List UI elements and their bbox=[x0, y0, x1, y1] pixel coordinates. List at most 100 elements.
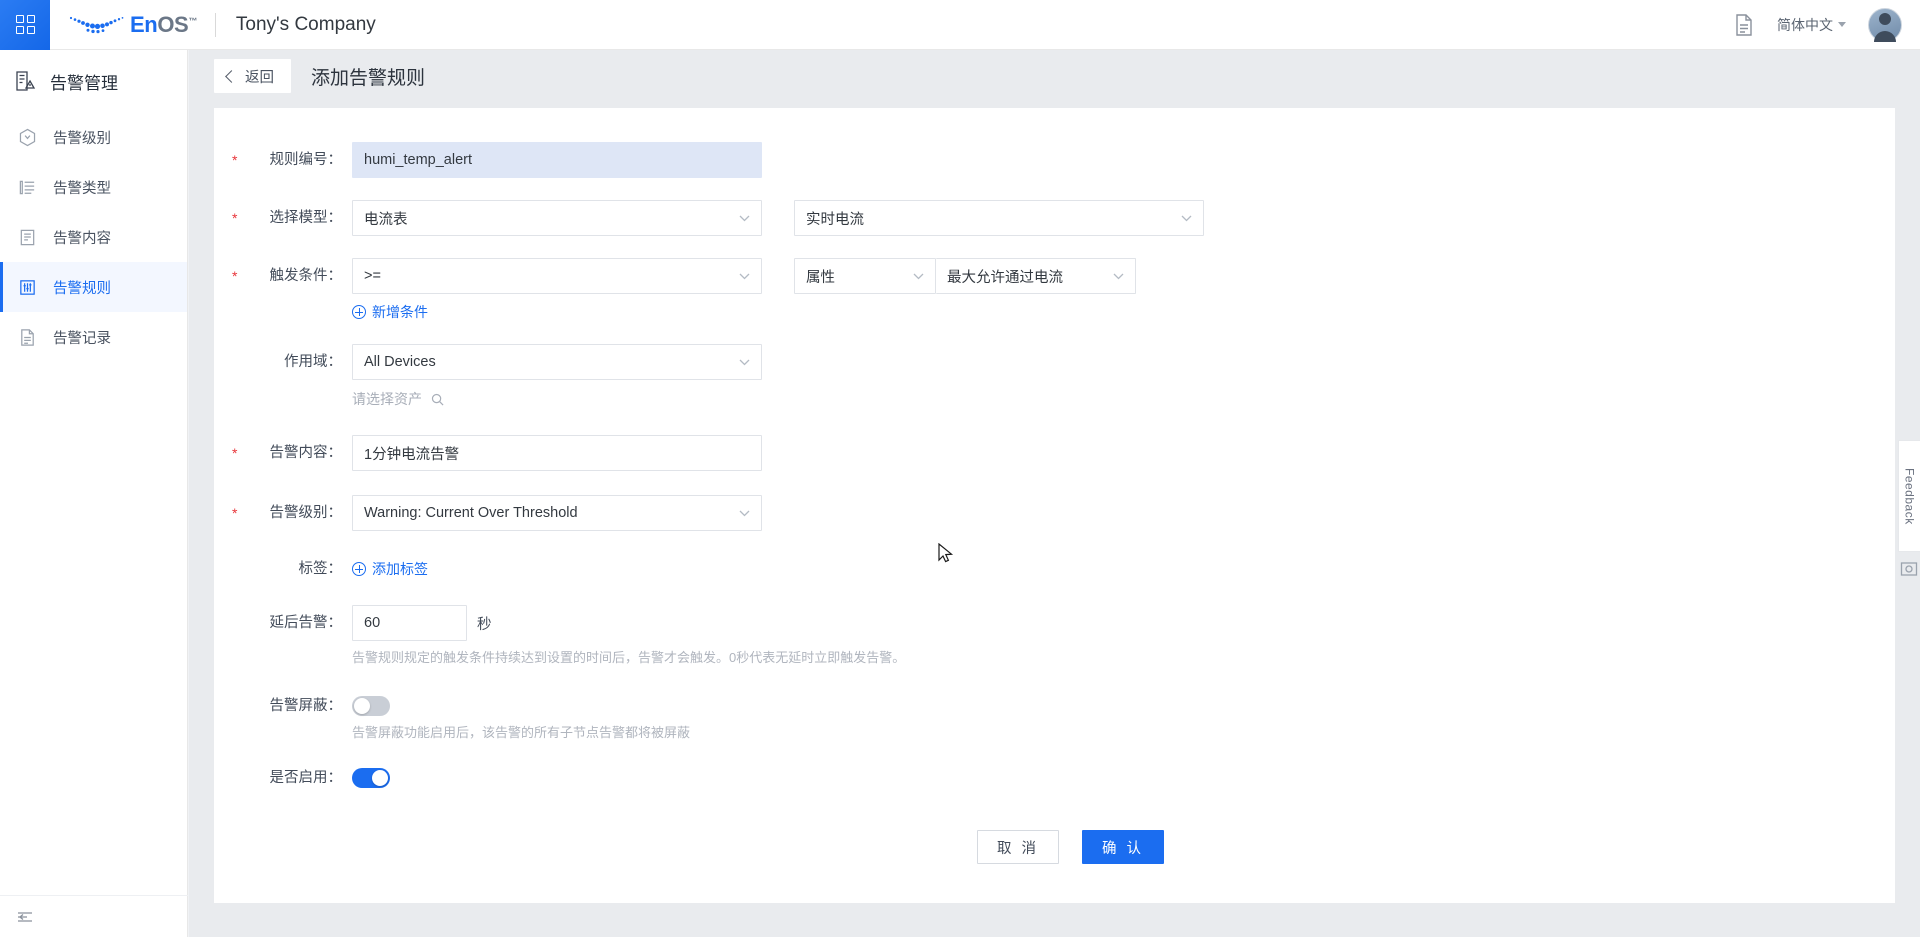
mask-group: 告警屏蔽功能启用后，该告警的所有子节点告警都将被屏蔽 bbox=[352, 688, 690, 743]
required-asterisk: * bbox=[232, 210, 238, 226]
sidebar-collapse-button[interactable] bbox=[0, 895, 188, 937]
sidebar-item-alarm-level[interactable]: 告警级别 bbox=[0, 112, 187, 162]
feedback-tab[interactable]: Feedback bbox=[1898, 440, 1920, 552]
records-file-icon bbox=[21, 328, 34, 346]
confirm-button[interactable]: 确 认 bbox=[1082, 830, 1165, 864]
asset-picker-label: 请选择资产 bbox=[352, 391, 422, 407]
add-condition-label: 新增条件 bbox=[372, 304, 428, 320]
sidebar-item-alarm-record[interactable]: 告警记录 bbox=[0, 312, 187, 362]
trigger-kind-select[interactable]: 属性 bbox=[794, 258, 936, 294]
feedback-label: Feedback bbox=[1902, 467, 1917, 525]
language-selector[interactable]: 简体中文 bbox=[1777, 15, 1846, 35]
label-text: 触发条件： bbox=[269, 268, 343, 284]
rule-id-input[interactable]: humi_temp_alert bbox=[352, 142, 762, 178]
chevron-down-icon bbox=[739, 215, 750, 221]
trigger-measurement-value: 最大允许通过电流 bbox=[947, 269, 1063, 286]
document-icon[interactable] bbox=[1733, 13, 1755, 37]
form-row-enabled: 是否启用： bbox=[240, 760, 1895, 796]
required-asterisk: * bbox=[232, 152, 238, 168]
mask-hint: 告警屏蔽功能启用后，该告警的所有子节点告警都将被屏蔽 bbox=[352, 724, 691, 740]
mask-label: 告警屏蔽： bbox=[240, 688, 352, 724]
alert-level-select[interactable]: Warning: Current Over Threshold bbox=[352, 495, 762, 531]
brand-os: OS bbox=[157, 11, 189, 37]
page-title: 添加告警规则 bbox=[311, 67, 426, 89]
alert-content-value: 1分钟电流告警 bbox=[364, 446, 460, 463]
add-condition-button[interactable]: 新增条件 bbox=[352, 302, 762, 322]
back-button[interactable]: 返回 bbox=[214, 59, 291, 93]
required-asterisk: * bbox=[232, 505, 238, 521]
brand-wordmark: En OS ™ bbox=[130, 12, 197, 38]
screenshot-icon[interactable] bbox=[1900, 560, 1918, 578]
label-text: 告警级别： bbox=[269, 505, 343, 521]
sidebar-item-alarm-type[interactable]: 告警类型 bbox=[0, 162, 187, 212]
delay-input[interactable]: 60 bbox=[352, 605, 467, 641]
rule-id-value: humi_temp_alert bbox=[364, 152, 472, 168]
chevron-down-icon bbox=[1181, 215, 1192, 221]
scope-label: 作用域： bbox=[240, 344, 352, 380]
trigger-operator-group: >= 新增条件 bbox=[352, 258, 762, 322]
sidebar-item-alarm-rule[interactable]: 告警规则 bbox=[0, 262, 187, 312]
content-area: 返回 添加告警规则 * 规则编号： humi_temp_alert * 选择模型… bbox=[189, 50, 1920, 937]
measurement-point-value: 实时电流 bbox=[806, 211, 864, 228]
form-row-rule-id: * 规则编号： humi_temp_alert bbox=[232, 142, 1895, 178]
sliders-rule-icon bbox=[20, 279, 35, 295]
sidebar-item-label: 告警类型 bbox=[53, 180, 111, 197]
chevron-left-icon bbox=[225, 69, 238, 83]
brand-en: En bbox=[130, 11, 158, 37]
sidebar-item-label: 告警记录 bbox=[53, 330, 111, 347]
top-bar-right: 简体中文 bbox=[1733, 7, 1920, 42]
sidebar-item-label: 告警内容 bbox=[53, 230, 111, 247]
add-tag-button[interactable]: 添加标签 bbox=[352, 559, 428, 579]
brand-logo: En OS ™ bbox=[68, 12, 197, 38]
form-row-alert-content: * 告警内容： 1分钟电流告警 bbox=[232, 435, 1895, 471]
form-row-mask: 告警屏蔽： 告警屏蔽功能启用后，该告警的所有子节点告警都将被屏蔽 bbox=[240, 688, 1895, 743]
label-text: 作用域： bbox=[284, 354, 342, 370]
search-icon bbox=[431, 393, 444, 405]
plus-circle-icon bbox=[352, 305, 366, 319]
required-asterisk: * bbox=[232, 268, 238, 284]
list-type-icon bbox=[19, 180, 35, 194]
scope-select[interactable]: All Devices bbox=[352, 344, 762, 380]
model-select[interactable]: 电流表 bbox=[352, 200, 762, 236]
grid-apps-icon[interactable] bbox=[0, 0, 50, 50]
top-bar: En OS ™ Tony's Company 简体中文 bbox=[0, 0, 1920, 50]
avatar[interactable] bbox=[1868, 7, 1902, 42]
form-row-tags: 标签： 添加标签 bbox=[240, 557, 1895, 581]
alert-level-label: * 告警级别： bbox=[232, 495, 352, 531]
form-row-delay: 延后告警： 60 秒 告警规则规定的触发条件持续达到设置的时间后，告警才会触发。… bbox=[240, 605, 1895, 668]
measurement-point-select[interactable]: 实时电流 bbox=[794, 200, 1204, 236]
chevron-down-icon bbox=[739, 359, 750, 365]
alert-content-label: * 告警内容： bbox=[232, 435, 352, 471]
form-actions: 取 消 确 认 bbox=[977, 830, 1895, 864]
delay-unit: 秒 bbox=[477, 616, 492, 633]
asset-picker[interactable]: 请选择资产 bbox=[352, 389, 762, 409]
alert-content-input[interactable]: 1分钟电流告警 bbox=[352, 435, 762, 471]
label-text: 告警屏蔽： bbox=[269, 697, 343, 714]
clipboard-content-icon bbox=[20, 229, 35, 245]
scope-value: All Devices bbox=[364, 354, 436, 370]
delay-group: 60 秒 告警规则规定的触发条件持续达到设置的时间后，告警才会触发。0秒代表无延… bbox=[352, 605, 905, 668]
sidebar-item-alarm-content[interactable]: 告警内容 bbox=[0, 212, 187, 262]
sidebar-title-label: 告警管理 bbox=[50, 73, 118, 93]
trigger-operator-select[interactable]: >= bbox=[352, 258, 762, 294]
model-value: 电流表 bbox=[364, 211, 408, 228]
enabled-label: 是否启用： bbox=[240, 760, 352, 796]
page-header: 返回 添加告警规则 bbox=[189, 50, 1920, 102]
trigger-target-group: 属性 最大允许通过电流 bbox=[794, 258, 1136, 294]
chevron-down-icon bbox=[1838, 22, 1846, 27]
mask-toggle[interactable] bbox=[352, 695, 390, 716]
form-row-alert-level: * 告警级别： Warning: Current Over Threshold bbox=[232, 495, 1895, 531]
trigger-measurement-select[interactable]: 最大允许通过电流 bbox=[936, 258, 1136, 294]
model-label: * 选择模型： bbox=[232, 200, 352, 236]
enabled-toggle[interactable] bbox=[352, 768, 390, 788]
form-card: * 规则编号： humi_temp_alert * 选择模型： 电流表 实时电流… bbox=[214, 108, 1895, 903]
collapse-sidebar-icon bbox=[18, 911, 32, 922]
enos-swoosh-icon bbox=[69, 16, 124, 33]
language-label: 简体中文 bbox=[1777, 16, 1833, 33]
app-root: En OS ™ Tony's Company 简体中文 告警管理 告警级别 告警… bbox=[0, 0, 1920, 937]
label-text: 是否启用： bbox=[269, 770, 343, 786]
cancel-button[interactable]: 取 消 bbox=[977, 830, 1060, 864]
delay-hint: 告警规则规定的触发条件持续达到设置的时间后，告警才会触发。0秒代表无延时立即触发… bbox=[352, 650, 906, 665]
delay-label: 延后告警： bbox=[240, 605, 352, 641]
sidebar-item-label: 告警级别 bbox=[53, 130, 111, 147]
